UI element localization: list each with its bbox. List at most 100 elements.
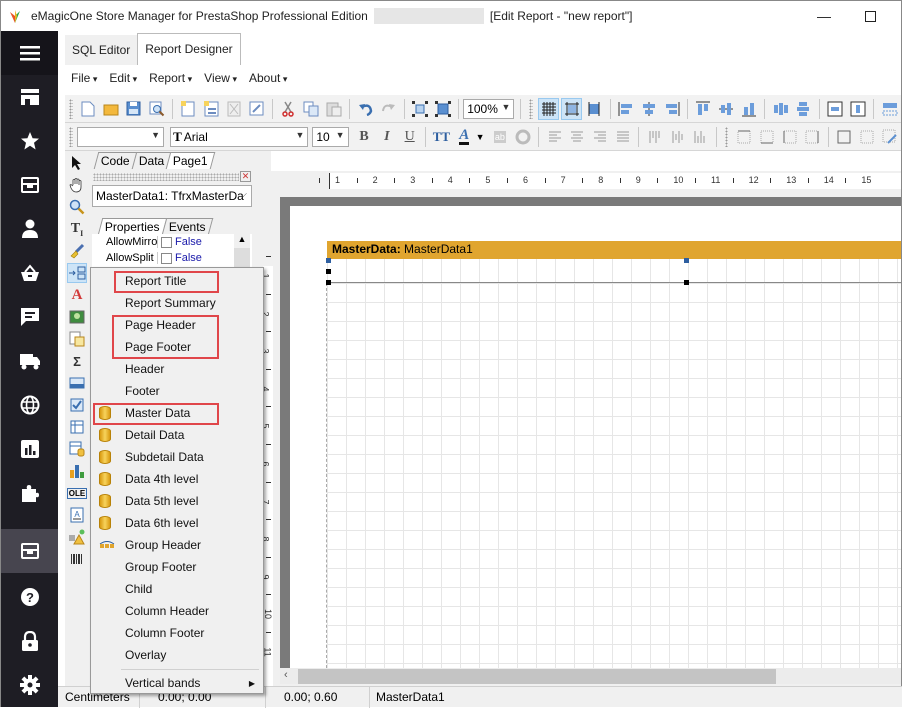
new-report-button[interactable] [78, 98, 99, 120]
menu-about[interactable]: About [243, 71, 293, 85]
space-horizontally-button[interactable] [770, 98, 791, 120]
resize-handle[interactable] [326, 280, 331, 285]
text-tool[interactable]: TI [67, 219, 87, 239]
tab-code[interactable]: Code [93, 152, 137, 169]
space-vertically-button[interactable] [793, 98, 814, 120]
system-text-tool[interactable]: Σ [67, 351, 87, 371]
property-checkbox[interactable] [161, 252, 172, 264]
new-dialog-button[interactable] [201, 98, 222, 120]
text-justify-button[interactable] [613, 126, 634, 148]
font-name-select[interactable]: T Arial ▼ [170, 126, 309, 147]
frame-all-button[interactable] [834, 126, 855, 148]
page-grid[interactable] [326, 283, 901, 668]
frame-top-button[interactable] [733, 126, 754, 148]
hand-tool[interactable] [67, 175, 87, 195]
db-cross-tab-tool[interactable] [67, 439, 87, 459]
frame-left-button[interactable] [779, 126, 800, 148]
menu-edit[interactable]: Edit [103, 71, 143, 85]
preview-button[interactable] [146, 98, 167, 120]
object-select[interactable]: MasterData1: TfrxMasterDa ⌵ [92, 185, 252, 207]
scroll-left-icon[interactable]: ‹ [284, 669, 288, 681]
minimize-button[interactable]: — [801, 1, 847, 31]
save-button[interactable] [123, 98, 144, 120]
resize-handle[interactable] [684, 280, 689, 285]
menu-item-column-header[interactable]: Column Header [93, 600, 261, 622]
sidebar-item-store[interactable] [1, 75, 58, 119]
property-scrollbar[interactable]: ▲ [234, 234, 250, 268]
menu-item-subdetail-data[interactable]: Subdetail Data [93, 446, 261, 468]
bold-button[interactable]: B [354, 126, 375, 148]
menu-item-report-summary[interactable]: Report Summary [93, 292, 261, 314]
barcode-tool[interactable] [67, 549, 87, 569]
sidebar-item-security[interactable] [1, 619, 58, 663]
menu-item-child[interactable]: Child [93, 578, 261, 600]
sidebar-item-help[interactable]: ? [1, 575, 58, 619]
menu-item-header[interactable]: Header [93, 358, 261, 380]
align-bottom-button[interactable] [739, 98, 760, 120]
sidebar-item-addons[interactable] [1, 471, 58, 515]
menu-item-footer[interactable]: Footer [93, 380, 261, 402]
property-row[interactable]: AllowSplit False [92, 250, 252, 266]
underline-button[interactable]: U [399, 126, 420, 148]
highlight-button[interactable]: ab [490, 126, 511, 148]
master-data-band[interactable] [327, 259, 901, 283]
align-left-button[interactable] [616, 98, 637, 120]
valign-top-button[interactable] [644, 126, 665, 148]
chevron-down-icon[interactable]: ▼ [476, 132, 485, 142]
sidebar-menu-button[interactable] [1, 31, 58, 75]
undo-button[interactable] [355, 98, 376, 120]
sidebar-item-customers[interactable] [1, 207, 58, 251]
sidebar-item-messages[interactable] [1, 295, 58, 339]
toolbar-grip[interactable] [724, 126, 729, 147]
redo-button[interactable] [378, 98, 399, 120]
rotation-button[interactable] [512, 126, 533, 148]
toolbar-grip[interactable] [69, 126, 73, 147]
sidebar-item-favorites[interactable] [1, 119, 58, 163]
rich-text-tool[interactable]: A [67, 505, 87, 525]
tab-report-designer[interactable]: Report Designer [137, 33, 241, 65]
tab-properties[interactable]: Properties [97, 218, 167, 235]
italic-button[interactable]: I [376, 126, 397, 148]
text-align-center-button[interactable] [567, 126, 588, 148]
picture-tool[interactable] [67, 307, 87, 327]
menu-report[interactable]: Report [143, 71, 198, 85]
valign-middle-button[interactable] [667, 126, 688, 148]
chart-tool[interactable] [67, 461, 87, 481]
sidebar-item-settings[interactable] [1, 663, 58, 707]
tab-page1[interactable]: Page1 [165, 152, 216, 169]
property-row[interactable]: AllowMirrorM False [92, 234, 252, 250]
font-settings-button[interactable]: TT [431, 126, 452, 148]
inspector-close-button[interactable]: ✕ [240, 171, 251, 182]
format-painter-tool[interactable] [67, 241, 87, 261]
select-tool[interactable] [67, 153, 87, 173]
text-align-left-button[interactable] [544, 126, 565, 148]
resize-handle[interactable] [684, 258, 689, 263]
chevron-up-icon[interactable]: ▲ [234, 234, 250, 248]
center-horizontally-button[interactable] [825, 98, 846, 120]
line-tool[interactable] [67, 373, 87, 393]
page-settings-button[interactable] [246, 98, 267, 120]
delete-page-button[interactable] [223, 98, 244, 120]
ungroup-button[interactable] [432, 98, 453, 120]
menu-view[interactable]: View [198, 71, 243, 85]
align-top-button[interactable] [693, 98, 714, 120]
align-middle-button[interactable] [716, 98, 737, 120]
maximize-button[interactable] [847, 1, 893, 31]
sidebar-item-products[interactable] [1, 163, 58, 207]
align-center-button[interactable] [638, 98, 659, 120]
toolbar-grip[interactable] [69, 98, 73, 119]
show-grid-button[interactable] [538, 97, 560, 120]
tab-sql-editor[interactable]: SQL Editor [65, 35, 138, 65]
copy-button[interactable] [301, 98, 322, 120]
paste-button[interactable] [323, 98, 344, 120]
text-object-tool[interactable]: A [67, 285, 87, 305]
insert-band-tool[interactable] [67, 263, 87, 283]
toolbar-grip[interactable] [529, 98, 534, 119]
center-vertically-button[interactable] [848, 98, 869, 120]
menu-item-data-6th-level[interactable]: Data 6th level [93, 512, 261, 534]
frame-right-button[interactable] [802, 126, 823, 148]
menu-item-overlay[interactable]: Overlay [93, 644, 261, 666]
sidebar-item-orders[interactable] [1, 251, 58, 295]
resize-handle[interactable] [326, 258, 331, 263]
master-data-band-header[interactable]: MasterData: MasterData1 [327, 241, 901, 259]
